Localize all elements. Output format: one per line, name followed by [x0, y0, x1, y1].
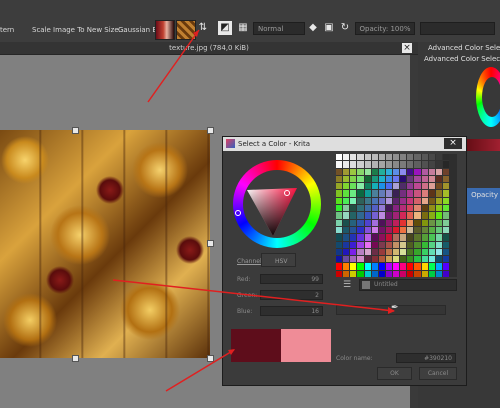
annotation-arrow	[112, 279, 395, 312]
annotation-arrow	[147, 29, 200, 103]
annotation-arrowhead	[228, 349, 235, 355]
annotation-arrow	[165, 349, 235, 392]
annotation-arrowhead	[388, 307, 395, 314]
annotation-overlay	[112, 29, 395, 392]
